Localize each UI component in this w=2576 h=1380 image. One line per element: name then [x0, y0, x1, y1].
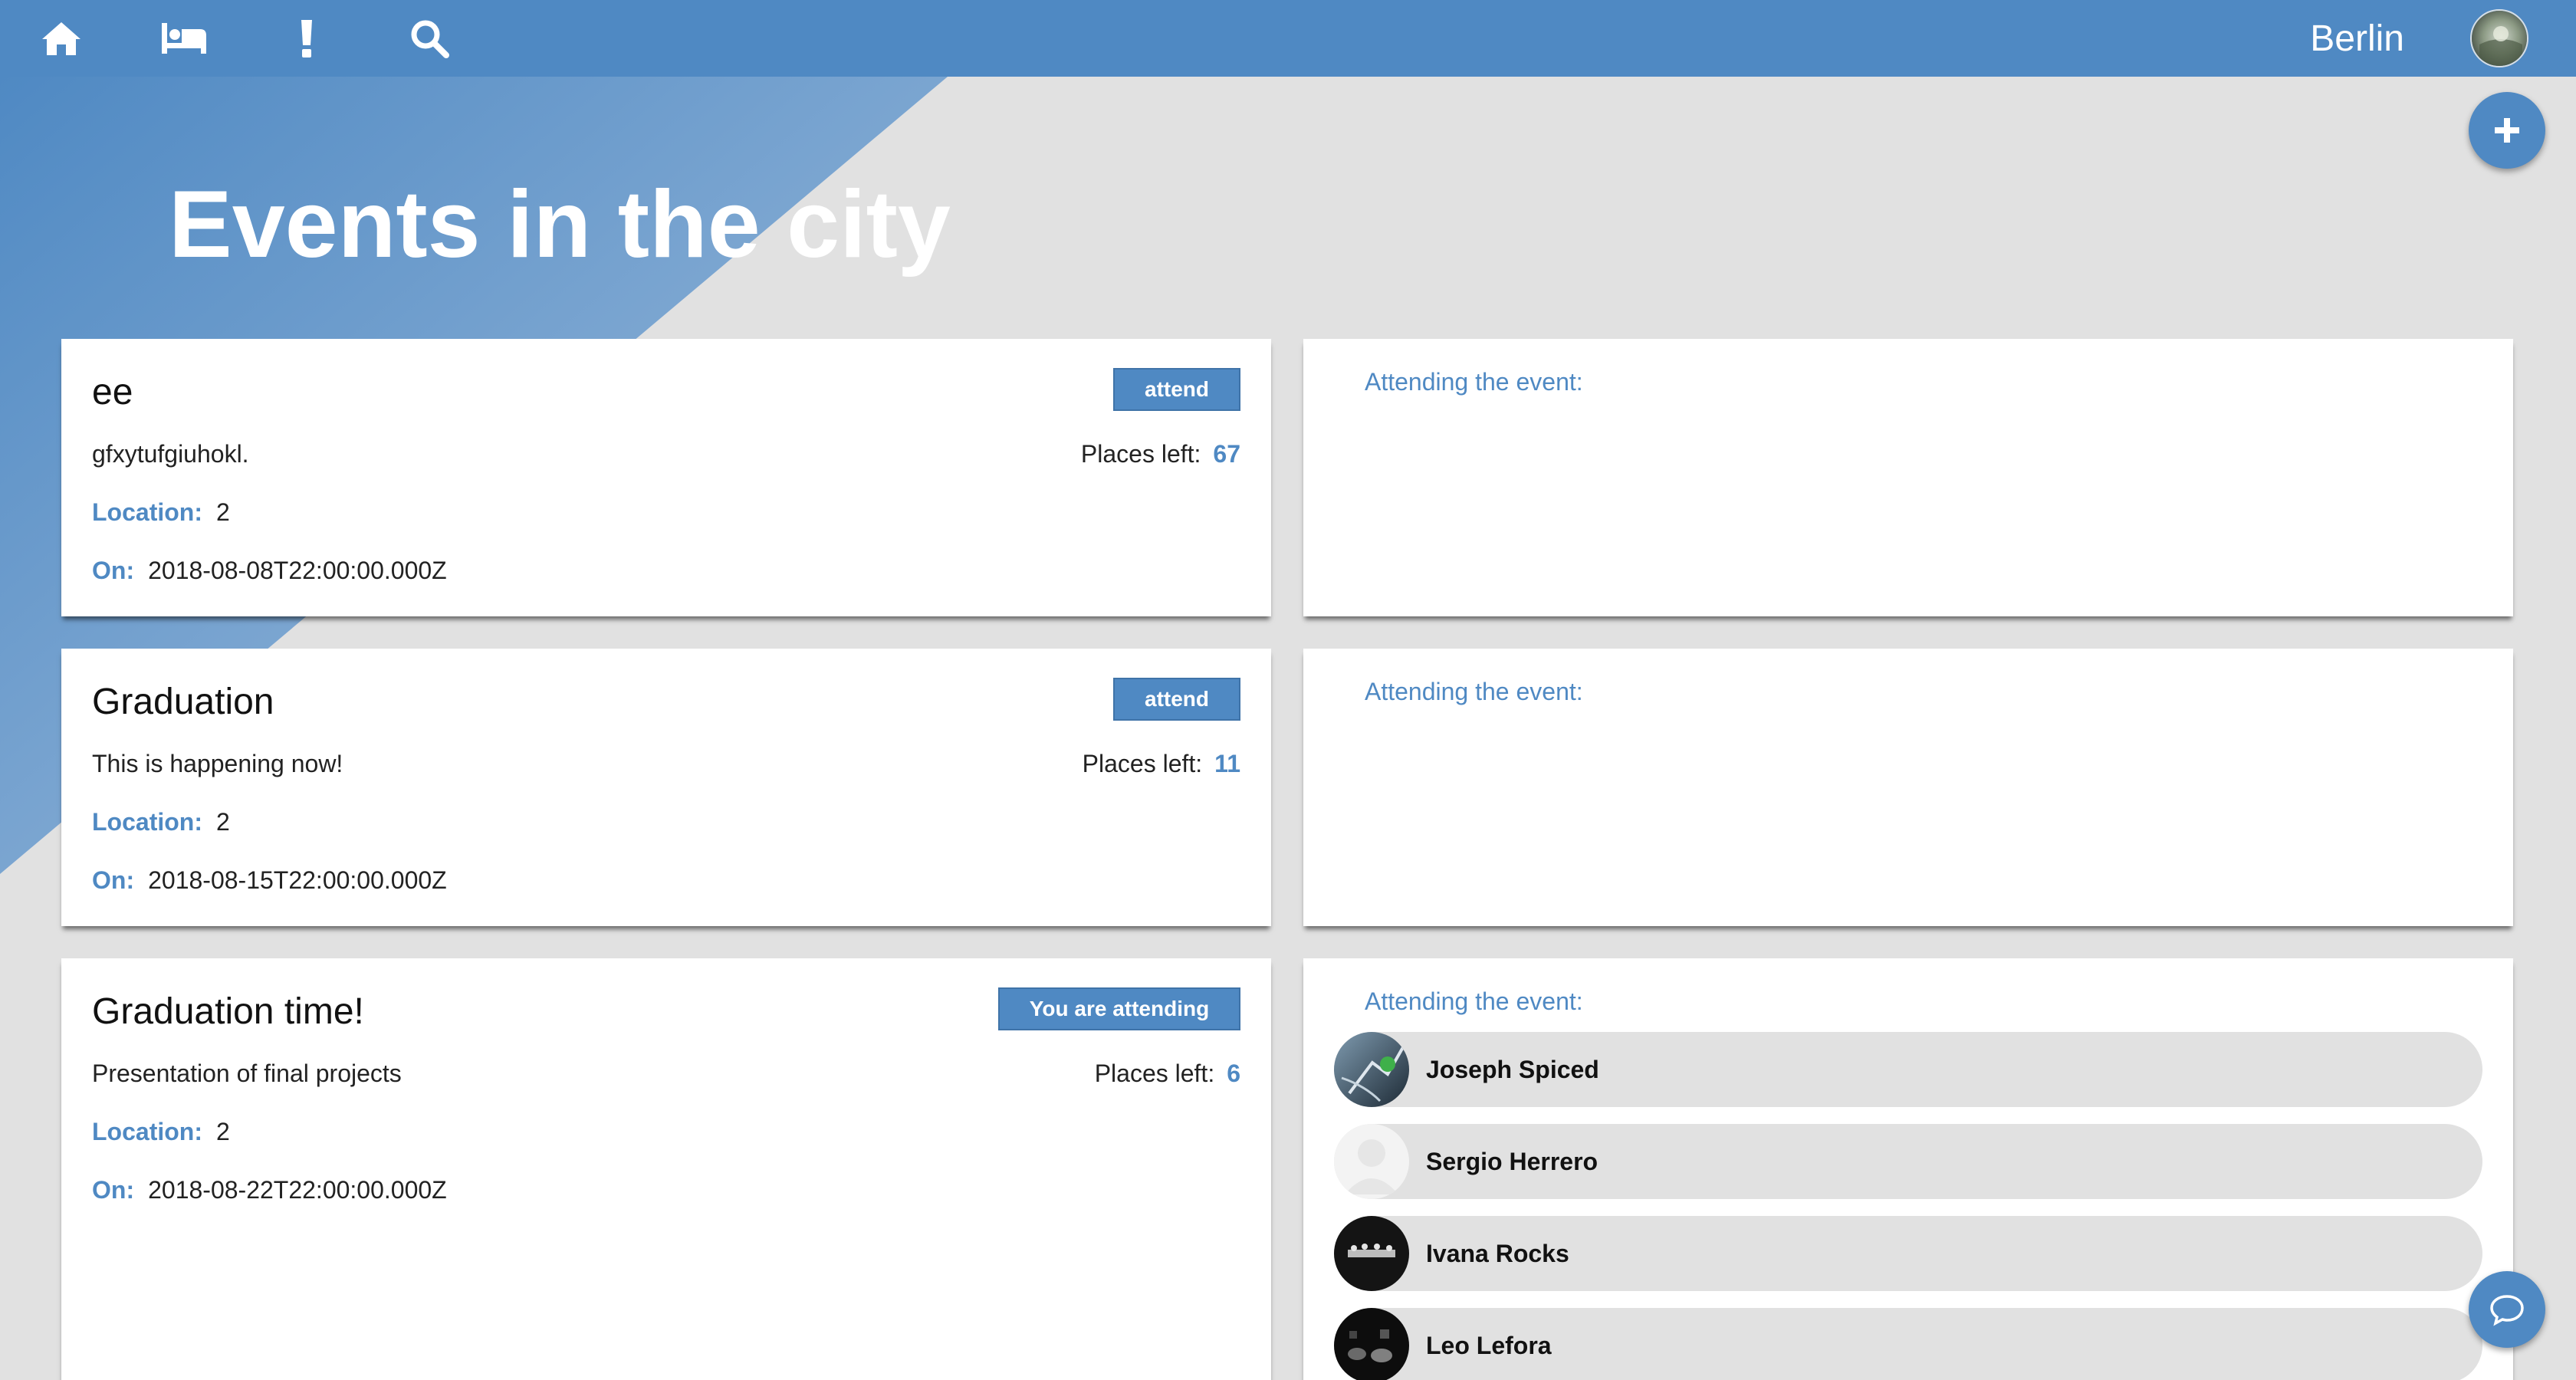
city-name[interactable]: Berlin [2310, 14, 2404, 63]
location-value: 2 [215, 498, 230, 526]
attendee-item[interactable]: Leo Lefora [1334, 1308, 2482, 1380]
attendees-heading: Attending the event: [1365, 368, 1583, 396]
event-description: This is happening now! [92, 750, 343, 777]
date-label: On: [92, 557, 135, 584]
home-icon[interactable] [37, 14, 86, 63]
places-left-label: Places left: [1094, 1060, 1215, 1087]
plus-icon [2495, 118, 2519, 143]
attend-button[interactable]: attend [1113, 678, 1240, 721]
event-card: Graduation attend This is happening now!… [61, 649, 1271, 926]
event-location: Location: 2 [92, 1118, 230, 1146]
places-left-label: Places left: [1080, 440, 1201, 468]
attendee-name: Ivana Rocks [1426, 1239, 1569, 1267]
event-title: Graduation [92, 682, 274, 722]
event-date: On: 2018-08-22T22:00:00.000Z [92, 1176, 447, 1204]
attendee-item[interactable]: Sergio Herrero [1334, 1124, 2482, 1199]
event-card: Graduation time! You are attending Prese… [61, 958, 1271, 1380]
add-event-button[interactable] [2469, 92, 2545, 169]
event-title: ee [92, 372, 133, 412]
date-value: 2018-08-08T22:00:00.000Z [148, 557, 447, 584]
date-value: 2018-08-15T22:00:00.000Z [148, 866, 447, 894]
exclamation-icon[interactable] [282, 14, 331, 63]
page-title: Events in the city [169, 172, 951, 278]
attendees-card: Attending the event: Joseph Spiced Sergi… [1303, 958, 2513, 1380]
chat-bubble-icon [2490, 1295, 2524, 1326]
date-label: On: [92, 866, 135, 894]
attend-button[interactable]: attend [1113, 368, 1240, 411]
event-description: gfxytufgiuhokl. [92, 440, 249, 468]
date-value: 2018-08-22T22:00:00.000Z [148, 1176, 447, 1204]
attendee-avatar [1334, 1032, 1409, 1107]
attendee-item[interactable]: Ivana Rocks [1334, 1216, 2482, 1291]
event-date: On: 2018-08-15T22:00:00.000Z [92, 866, 447, 895]
attendee-avatar [1334, 1216, 1409, 1291]
event-location: Location: 2 [92, 498, 230, 527]
places-left: Places left: 6 [1095, 1060, 1240, 1088]
attendees-card: Attending the event: [1303, 339, 2513, 616]
location-label: Location: [92, 808, 202, 836]
attendee-name: Joseph Spiced [1426, 1055, 1599, 1083]
attendee-item[interactable]: Joseph Spiced [1334, 1032, 2482, 1107]
places-left: Places left: 67 [1081, 440, 1240, 468]
date-label: On: [92, 1176, 135, 1204]
attendees-heading: Attending the event: [1365, 678, 1583, 705]
chat-button[interactable] [2469, 1271, 2545, 1348]
event-location: Location: 2 [92, 808, 230, 836]
attendees-heading: Attending the event: [1365, 987, 1583, 1015]
event-description: Presentation of final projects [92, 1060, 402, 1087]
places-left-count: 6 [1227, 1060, 1240, 1087]
bed-icon[interactable] [159, 14, 209, 63]
attendee-avatar [1334, 1308, 1409, 1380]
event-card: ee attend gfxytufgiuhokl. Places left: 67… [61, 339, 1271, 616]
attendee-avatar [1334, 1124, 1409, 1199]
location-value: 2 [215, 1118, 230, 1145]
places-left-count: 11 [1214, 750, 1240, 777]
attendee-name: Leo Lefora [1426, 1331, 1552, 1359]
location-label: Location: [92, 498, 202, 526]
places-left-label: Places left: [1082, 750, 1203, 777]
location-value: 2 [215, 808, 230, 836]
top-navbar: Berlin [0, 0, 2576, 77]
places-left: Places left: 11 [1083, 750, 1240, 778]
attendees-card: Attending the event: [1303, 649, 2513, 926]
event-title: Graduation time! [92, 991, 364, 1032]
location-label: Location: [92, 1118, 202, 1145]
search-icon[interactable] [405, 14, 454, 63]
avatar[interactable] [2470, 9, 2528, 67]
places-left-count: 67 [1213, 440, 1240, 468]
event-date: On: 2018-08-08T22:00:00.000Z [92, 557, 447, 585]
attendee-name: Sergio Herrero [1426, 1147, 1598, 1175]
you-are-attending-button[interactable]: You are attending [998, 987, 1240, 1030]
